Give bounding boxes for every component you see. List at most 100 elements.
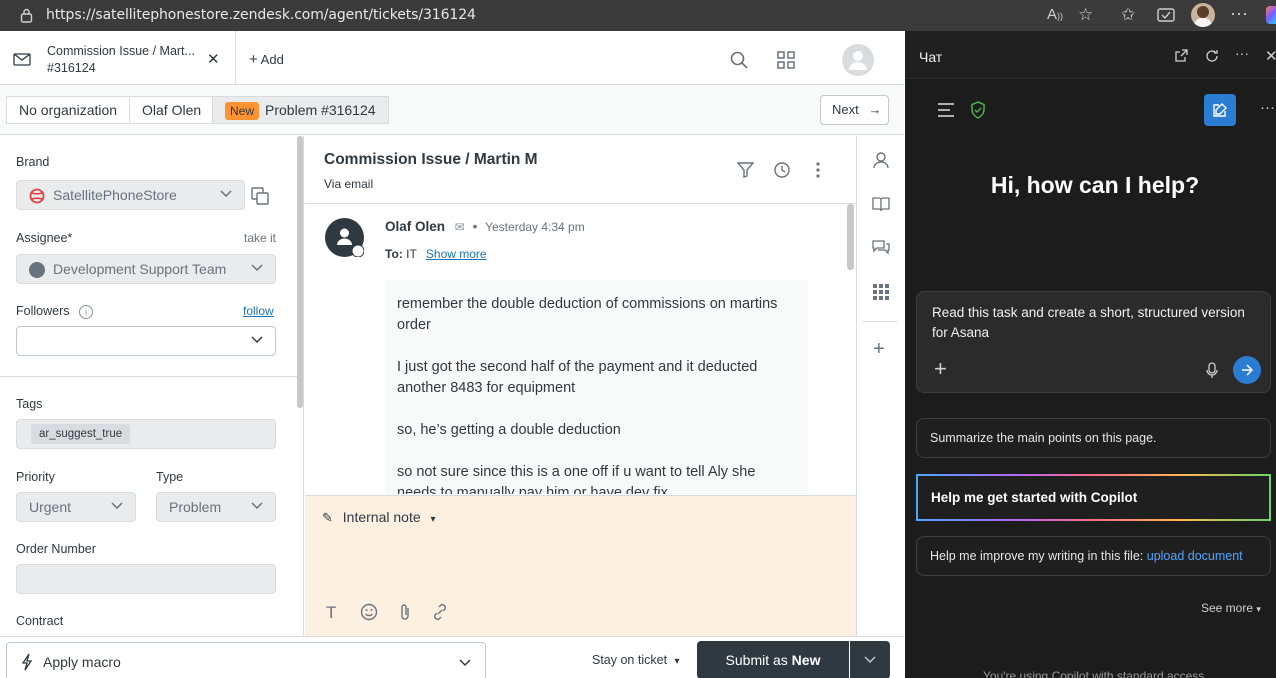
message-header: Olaf Olen ✉ • Yesterday 4:34 pm (385, 219, 585, 234)
see-more-label: See more (1201, 601, 1254, 615)
prompt-input[interactable]: Read this task and create a short, struc… (916, 291, 1271, 393)
more-options-icon[interactable]: ··· (1230, 3, 1248, 24)
emoji-icon[interactable] (360, 603, 378, 621)
compose-icon (1213, 103, 1227, 117)
more-vertical-icon[interactable] (816, 162, 820, 178)
priority-value: Urgent (29, 499, 72, 515)
add-attachment-icon[interactable]: + (934, 358, 947, 380)
open-new-window-icon[interactable] (1175, 49, 1188, 62)
order-number-label: Order Number (16, 542, 96, 556)
attachment-icon[interactable] (399, 603, 411, 621)
followers-select[interactable] (16, 326, 276, 356)
properties-scrollbar[interactable] (297, 136, 303, 408)
followers-label: Followers i (16, 304, 93, 319)
user-avatar[interactable] (842, 44, 874, 76)
suggestion-chip[interactable]: Help me improve my writing in this file:… (916, 536, 1271, 576)
copilot-footer-note: You're using Copilot with standard acces… (983, 669, 1205, 678)
see-more-button[interactable]: See more ▾ (1201, 601, 1261, 615)
message-recipients: To: IT Show more (385, 247, 487, 261)
menu-icon[interactable] (937, 103, 955, 117)
message-author[interactable]: Olaf Olen (385, 219, 445, 234)
profile-avatar[interactable] (1191, 3, 1215, 27)
take-it-link[interactable]: take it (244, 231, 276, 245)
microphone-icon[interactable] (1206, 362, 1218, 379)
favorites-icon[interactable]: ✩ (1121, 5, 1135, 25)
copy-icon[interactable] (251, 187, 269, 205)
add-tab-button[interactable]: + Add (249, 51, 284, 68)
new-chat-button[interactable] (1204, 94, 1236, 126)
close-tab-icon[interactable]: ✕ (207, 50, 220, 68)
extensions-icon[interactable] (1157, 7, 1175, 23)
ticket-tab[interactable]: Commission Issue / Mart... #316124 ✕ (0, 31, 236, 85)
type-select[interactable]: Problem (156, 492, 276, 522)
lightning-icon (21, 653, 33, 671)
message-paragraph: so not sure since this is a one off if u… (397, 464, 756, 494)
refresh-icon[interactable] (1205, 49, 1219, 63)
breadcrumb-ticket[interactable]: New Problem #316124 (212, 96, 389, 124)
priority-select[interactable]: Urgent (16, 492, 136, 522)
user-profile-icon[interactable] (872, 151, 890, 169)
priority-label: Priority (16, 470, 55, 484)
message-paragraph: so, he’s getting a double deduction (397, 422, 621, 438)
copilot-app-icon[interactable] (1266, 6, 1276, 24)
suggestion-chip[interactable]: Summarize the main points on this page. (916, 418, 1271, 458)
submit-button[interactable]: Submit as New (697, 641, 849, 678)
suggestion-chip-highlighted[interactable]: Help me get started with Copilot (916, 474, 1271, 521)
shield-icon[interactable] (970, 101, 986, 119)
text-format-icon[interactable]: T (326, 603, 336, 623)
contract-label: Contract (16, 614, 64, 628)
close-panel-icon[interactable]: ✕ (1265, 47, 1276, 65)
order-number-input[interactable] (16, 564, 276, 594)
copilot-titlebar: Чат ··· ✕ (905, 31, 1276, 79)
link-icon[interactable] (431, 603, 449, 621)
group-icon (29, 262, 45, 278)
more-options-icon[interactable]: ··· (1260, 99, 1275, 116)
chevron-down-icon: ▾ (1256, 604, 1261, 614)
breadcrumb-requester[interactable]: Olaf Olen (129, 96, 215, 124)
show-more-link[interactable]: Show more (426, 247, 487, 261)
brand-logo-icon (29, 188, 45, 204)
tags-field[interactable]: ar_suggest_true (16, 419, 276, 449)
more-options-icon[interactable]: ··· (1235, 45, 1249, 61)
history-icon[interactable] (773, 161, 791, 179)
follow-link[interactable]: follow (243, 304, 274, 318)
apps-icon[interactable] (873, 284, 889, 300)
next-label: Next (832, 102, 859, 117)
copilot-greeting: Hi, how can I help? (990, 172, 1200, 198)
stay-on-ticket-select[interactable]: Stay on ticket ▾ (592, 653, 680, 667)
address-bar[interactable]: https://satellitephonestore.zendesk.com/… (46, 7, 476, 23)
send-button[interactable] (1233, 356, 1261, 384)
favorite-star-icon[interactable]: ☆ (1078, 5, 1093, 25)
divider (863, 321, 897, 322)
tag-chip[interactable]: ar_suggest_true (31, 424, 131, 444)
knowledge-icon[interactable] (872, 195, 890, 213)
reply-composer[interactable]: ✎ Internal note ▾ T (305, 495, 856, 636)
next-ticket-button[interactable]: Next → (820, 95, 889, 125)
conversation-pane: Commission Issue / Martin M Via email Ol… (305, 136, 856, 636)
ticket-properties-panel: Brand SatellitePhoneStore Assignee* take… (0, 136, 304, 636)
read-aloud-icon[interactable]: A)) (1047, 6, 1063, 23)
brand-select[interactable]: SatellitePhoneStore (16, 180, 245, 210)
chevron-down-icon (111, 502, 123, 510)
lock-icon[interactable] (20, 8, 33, 23)
search-icon[interactable] (730, 51, 748, 69)
chat-history-icon[interactable] (872, 239, 890, 257)
apps-grid-icon[interactable] (777, 51, 795, 69)
info-icon[interactable]: i (78, 304, 93, 319)
breadcrumb-organization[interactable]: No organization (6, 96, 131, 124)
conversation-scrollbar[interactable] (847, 204, 854, 270)
filter-icon[interactable] (737, 162, 754, 178)
chevron-down-icon (251, 264, 263, 272)
upload-document-link[interactable]: upload document (1147, 549, 1243, 563)
reply-mode-selector[interactable]: ✎ Internal note ▾ (322, 509, 436, 526)
apply-macro-select[interactable]: Apply macro (6, 642, 486, 678)
conversation-header: Commission Issue / Martin M Via email (305, 136, 856, 204)
submit-options-button[interactable] (850, 641, 890, 678)
copilot-panel-title: Чат (919, 49, 943, 65)
arrow-right-icon: → (868, 102, 882, 117)
add-app-icon[interactable]: + (873, 339, 885, 359)
assignee-select[interactable]: Development Support Team (16, 254, 276, 284)
prompt-text[interactable]: Read this task and create a short, struc… (932, 303, 1262, 343)
apply-macro-label: Apply macro (43, 654, 121, 670)
reply-mode-label: Internal note (342, 509, 421, 525)
